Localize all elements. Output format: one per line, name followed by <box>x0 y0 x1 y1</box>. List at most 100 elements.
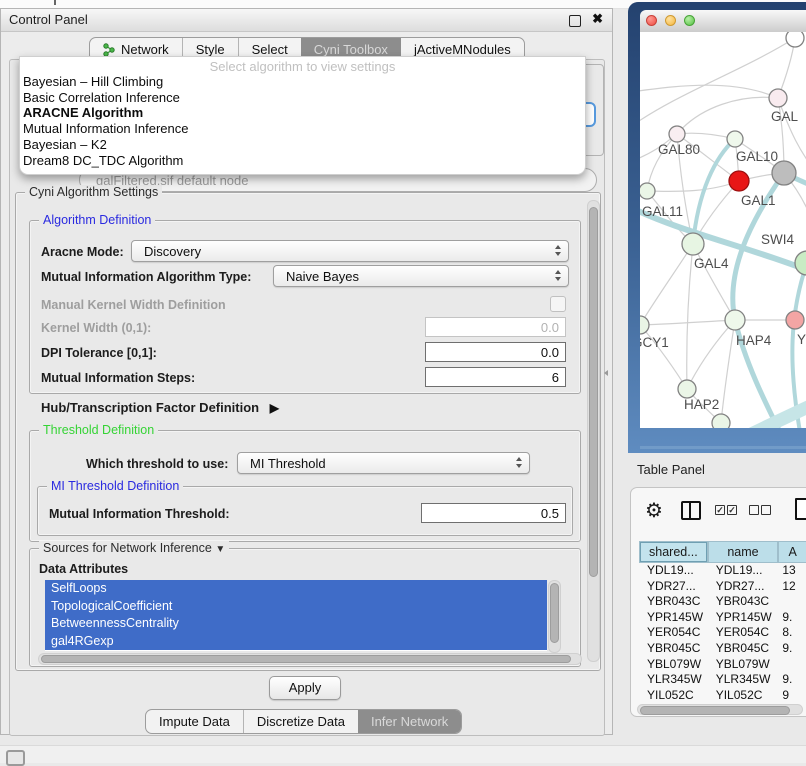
table-cell: YLR345W <box>708 672 779 688</box>
table-cell <box>778 657 806 673</box>
algorithm-option[interactable]: Basic Correlation Inference <box>20 90 585 106</box>
float-panel-icon[interactable] <box>569 15 581 27</box>
minimize-traffic-light-icon[interactable] <box>665 15 676 26</box>
network-node[interactable] <box>772 161 796 185</box>
algorithm-option[interactable]: ARACNE Algorithm <box>20 105 585 121</box>
network-node[interactable] <box>786 311 804 329</box>
table-cell: YPR145W <box>639 610 708 626</box>
network-node[interactable] <box>727 131 743 147</box>
attribute-item[interactable]: BetweennessCentrality <box>45 615 547 633</box>
network-node[interactable] <box>786 32 804 47</box>
mi-threshold-field[interactable]: 0.5 <box>421 503 566 523</box>
table-hscrollbar-thumb[interactable] <box>640 706 790 715</box>
mi-type-value: Naive Bayes <box>286 269 359 284</box>
attributes-scrollbar-thumb[interactable] <box>550 583 559 643</box>
network-window-edge <box>640 446 806 449</box>
network-edge <box>677 97 778 134</box>
close-traffic-light-icon[interactable] <box>646 15 657 26</box>
table-row[interactable]: YPR145WYPR145W9. <box>639 610 806 626</box>
which-threshold-label: Which threshold to use: <box>86 457 228 471</box>
deselect-all-checkbox-icon[interactable] <box>749 505 759 515</box>
document-icon[interactable] <box>795 498 806 520</box>
network-node[interactable] <box>640 316 649 334</box>
close-icon[interactable]: ✖ <box>592 11 603 27</box>
table-row[interactable]: YDR27...YDR27...12 <box>639 579 806 595</box>
sources-group-title[interactable]: Sources for Network Inference ▼ <box>39 541 229 555</box>
table-cell: YDR27... <box>708 579 779 595</box>
columns-icon[interactable] <box>681 501 701 520</box>
attribute-item[interactable]: gal4RGexp <box>45 633 547 651</box>
splitter-collapse-arrow[interactable] <box>604 370 608 376</box>
aracne-mode-label: Aracne Mode: <box>41 245 124 259</box>
algorithm-option[interactable]: Mutual Information Inference <box>20 121 585 137</box>
network-node[interactable] <box>678 380 696 398</box>
table-panel-title: Table Panel <box>637 462 705 477</box>
mi-type-select[interactable]: Naive Bayes <box>273 265 569 287</box>
apply-button[interactable]: Apply <box>269 676 341 700</box>
column-header[interactable]: shared... <box>639 541 708 563</box>
data-attributes-list[interactable]: SelfLoopsTopologicalCoefficientBetweenne… <box>45 580 547 651</box>
dpi-tolerance-field[interactable]: 0.0 <box>425 342 566 362</box>
network-node[interactable] <box>682 233 704 255</box>
attribute-item[interactable]: TopologicalCoefficient <box>45 598 547 616</box>
network-node[interactable] <box>795 251 806 275</box>
column-header[interactable]: A <box>778 541 806 563</box>
table-row[interactable]: YBR043CYBR043C <box>639 594 806 610</box>
threshold-definition-title: Threshold Definition <box>39 423 158 437</box>
kernel-width-label: Kernel Width (0,1): <box>41 321 151 335</box>
network-node[interactable] <box>729 171 749 191</box>
zoom-traffic-light-icon[interactable] <box>684 15 695 26</box>
aracne-mode-select[interactable]: Discovery <box>131 240 569 262</box>
bottom-tab-label: Impute Data <box>159 711 230 733</box>
which-threshold-select[interactable]: MI Threshold <box>237 452 530 474</box>
aracne-mode-value: Discovery <box>144 244 201 259</box>
algorithm-option[interactable]: Dream8 DC_TDC Algorithm <box>20 153 585 169</box>
network-node[interactable] <box>640 183 655 199</box>
manual-kernel-checkbox[interactable] <box>550 296 566 312</box>
bottom-tab-infer-network[interactable]: Infer Network <box>358 710 461 733</box>
table-row[interactable]: YBR045CYBR045C9. <box>639 641 806 657</box>
which-threshold-value: MI Threshold <box>250 456 326 471</box>
settings-hscrollbar[interactable] <box>38 653 582 665</box>
hub-section-label: Hub/Transcription Factor Definition <box>41 400 259 415</box>
network-node[interactable] <box>669 126 685 142</box>
column-header[interactable]: name <box>708 541 779 563</box>
network-canvas[interactable]: GALGAL80GAL10GAL1GAL11GAL4SWI4HAP4YGCY1H… <box>640 32 806 428</box>
attribute-item[interactable]: SelfLoops <box>45 580 547 598</box>
algorithm-option[interactable]: Bayesian – Hill Climbing <box>20 74 585 90</box>
table-row[interactable]: YIL052CYIL052C9 <box>639 688 806 704</box>
select-all-checkbox-icon[interactable]: ✓ <box>715 505 725 515</box>
collapsed-arrow-icon: ▶ <box>270 401 279 415</box>
mi-steps-field[interactable]: 6 <box>425 367 566 387</box>
network-edge <box>640 244 693 325</box>
mi-threshold-label: Mutual Information Threshold: <box>49 507 230 521</box>
kernel-width-field[interactable]: 0.0 <box>425 317 566 337</box>
table-row[interactable]: YLR345WYLR345W9. <box>639 672 806 688</box>
settings-scrollbar-thumb[interactable] <box>589 207 598 577</box>
dock-icon-button[interactable] <box>6 750 25 766</box>
settings-hscrollbar-thumb[interactable] <box>41 655 571 663</box>
gear-icon[interactable]: ⚙ <box>645 498 663 523</box>
network-node[interactable] <box>712 414 730 428</box>
bottom-tab-discretize-data[interactable]: Discretize Data <box>243 710 358 733</box>
table-hscrollbar[interactable] <box>637 704 803 715</box>
algorithm-option[interactable]: Bayesian – K2 <box>20 137 585 153</box>
settings-scrollbar[interactable] <box>587 200 600 662</box>
network-node[interactable] <box>725 310 745 330</box>
bottom-tab-impute-data[interactable]: Impute Data <box>146 710 243 733</box>
table-row[interactable]: YDL19...YDL19...13 <box>639 563 806 579</box>
settings-group-title: Cyni Algorithm Settings <box>25 185 162 199</box>
algorithm-dropdown: Select algorithm to view settings Bayesi… <box>19 56 586 175</box>
table-cell: YLR345W <box>639 672 708 688</box>
network-node[interactable] <box>769 89 787 107</box>
attributes-scrollbar[interactable] <box>548 580 561 653</box>
table-cell: YIL052C <box>708 688 779 704</box>
table-cell: 8. <box>778 625 806 641</box>
table-cell: YDL19... <box>639 563 708 579</box>
hub-section-toggle[interactable]: Hub/Transcription Factor Definition ▶ <box>41 400 279 415</box>
table-panel: ⚙ ✓ ✓ shared...nameA YDL19...YDL19...13Y… <box>630 487 806 717</box>
table-row[interactable]: YBL079WYBL079W <box>639 657 806 673</box>
node-label: GAL <box>771 109 799 124</box>
table-header-row: shared...nameA <box>639 541 806 563</box>
table-row[interactable]: YER054CYER054C8. <box>639 625 806 641</box>
